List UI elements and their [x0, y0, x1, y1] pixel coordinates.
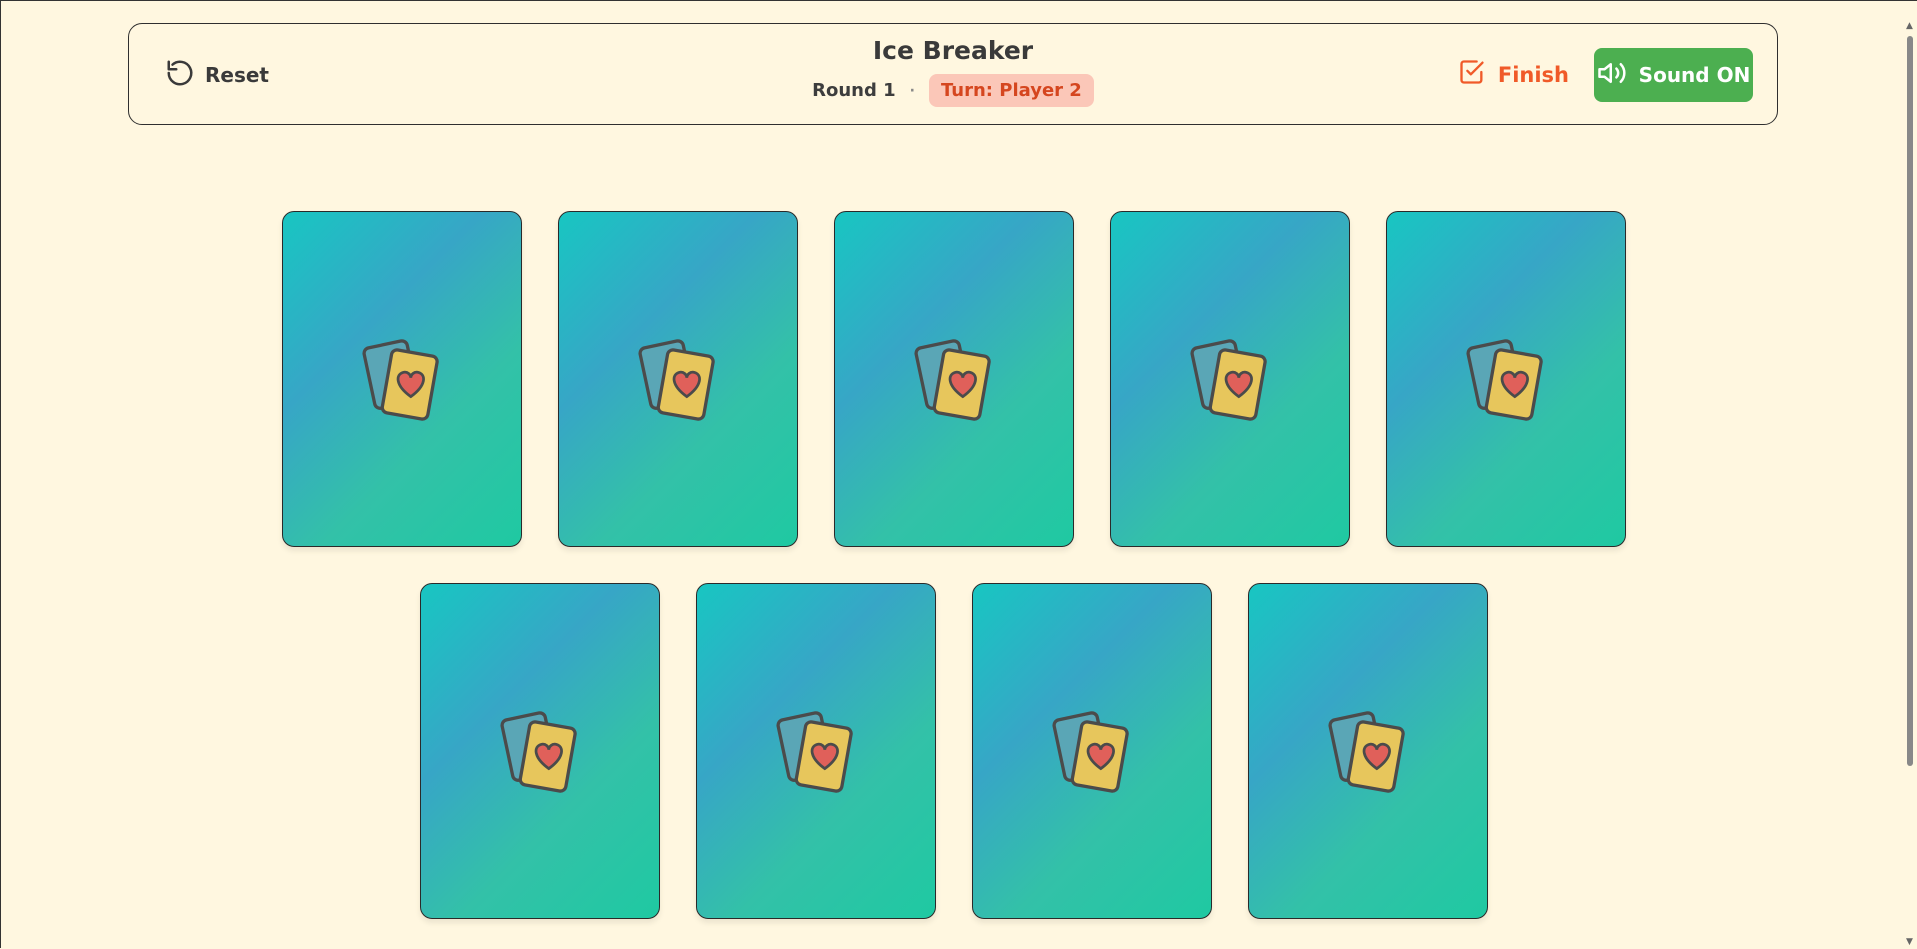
finish-label: Finish [1497, 62, 1569, 87]
card-6[interactable] [420, 583, 660, 919]
card-9[interactable] [1248, 583, 1488, 919]
card-7[interactable] [696, 583, 936, 919]
playing-cards-heart-icon [914, 339, 991, 421]
sound-label: Sound ON [1638, 63, 1751, 87]
separator-dot: · [909, 82, 915, 99]
playing-cards-heart-icon [1328, 711, 1405, 793]
card-3[interactable] [834, 211, 1074, 547]
scroll-down-arrow[interactable]: ▼ [1905, 937, 1914, 947]
playing-cards-heart-icon [638, 339, 715, 421]
finish-button[interactable]: Finish [1458, 58, 1569, 91]
playing-cards-heart-icon [1190, 339, 1267, 421]
card-1[interactable] [282, 211, 522, 547]
card-5[interactable] [1386, 211, 1626, 547]
playing-cards-heart-icon [500, 711, 577, 793]
round-label: Round 1 [812, 80, 896, 101]
card-4[interactable] [1110, 211, 1350, 547]
scroll-up-arrow[interactable]: ▲ [1905, 21, 1914, 31]
playing-cards-heart-icon [1052, 711, 1129, 793]
volume-icon [1597, 58, 1627, 93]
card-2[interactable] [558, 211, 798, 547]
top-bar: Reset Ice Breaker Round 1 · Turn: Player… [128, 23, 1778, 125]
playing-cards-heart-icon [1466, 339, 1543, 421]
app-frame: Reset Ice Breaker Round 1 · Turn: Player… [0, 0, 1917, 949]
vertical-scrollbar[interactable]: ▲ ▼ [1902, 1, 1917, 949]
scroll-thumb[interactable] [1907, 36, 1913, 766]
playing-cards-heart-icon [776, 711, 853, 793]
check-square-icon [1458, 58, 1486, 91]
card-8[interactable] [972, 583, 1212, 919]
sound-toggle-button[interactable]: Sound ON [1594, 48, 1753, 102]
playing-cards-heart-icon [362, 339, 439, 421]
turn-badge: Turn: Player 2 [929, 74, 1094, 107]
